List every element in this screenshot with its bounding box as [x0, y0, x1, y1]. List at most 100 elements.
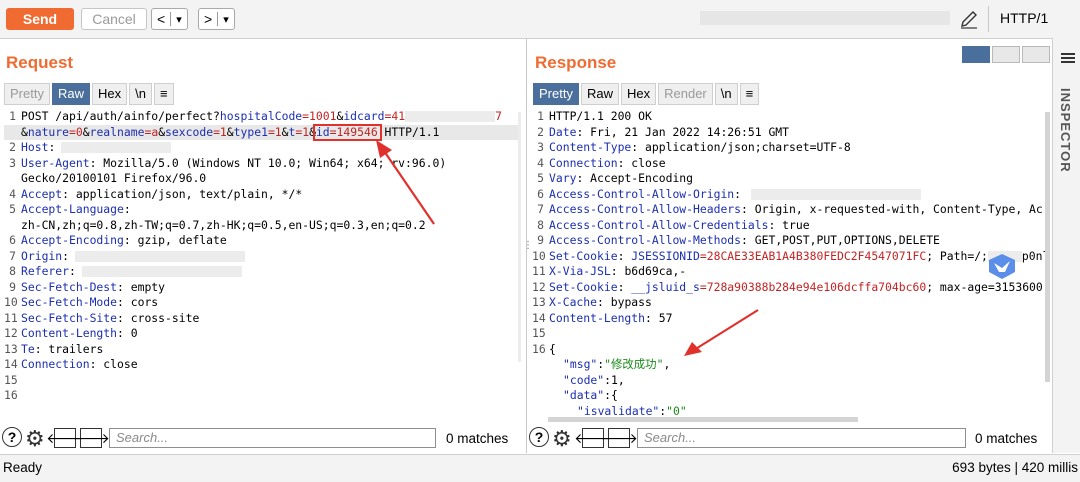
code-line: 1 HTTP/1.1 200 OK [537, 109, 652, 123]
layout-side-by-side-icon[interactable] [962, 46, 990, 63]
code-line: 8 Access-Control-Allow-Credentials: true [537, 217, 810, 232]
pencil-icon[interactable] [958, 8, 980, 30]
request-scrollbar[interactable] [518, 112, 521, 362]
annotation-arrow-response [684, 309, 759, 356]
arrow-right-icon[interactable]: 🡒 [72, 428, 110, 448]
help-icon[interactable]: ? [529, 427, 549, 447]
cancel-button[interactable]: Cancel [81, 8, 147, 30]
request-tab-hex[interactable]: Hex [91, 83, 128, 105]
forward-button[interactable]: > [199, 11, 217, 27]
toolbar-divider [988, 6, 989, 32]
inspector-label[interactable]: INSPECTOR [1058, 88, 1073, 173]
request-tab-raw[interactable]: Raw [51, 83, 90, 105]
code-line: 13 Te: trailers [4, 341, 104, 356]
settings-gear-icon[interactable]: ⚙ [25, 426, 45, 452]
response-search-bar: ? ⚙ 🡐 🡒 Search... 0 matches [528, 426, 1048, 453]
code-line: "msg":"修改成功", [563, 357, 671, 371]
pane-divider [526, 38, 527, 453]
status-text: Ready [3, 460, 43, 475]
code-line: 12 Content-Length: 0 [4, 326, 138, 340]
redacted-idcard [405, 111, 496, 122]
code-line: 14 Connection: close [4, 357, 138, 371]
code-line: 9 Access-Control-Allow-Methods: GET,POST,… [537, 233, 940, 247]
response-menu-icon[interactable]: ≡ [739, 83, 760, 105]
forward-menu-button[interactable]: ▾ [218, 13, 234, 26]
code-line: Gecko/20100101 Firefox/96.0 [21, 171, 207, 185]
code-line: 11 X-Via-JSL: b6d69ca,- [532, 264, 687, 278]
code-line: 5 Accept-Language: [9, 202, 131, 216]
code-line: 5 Vary: Accept-Encoding [537, 171, 694, 185]
request-match-count: 0 matches [446, 431, 509, 446]
redacted-origin [75, 250, 246, 262]
help-icon[interactable]: ? [2, 427, 22, 447]
annotation-arrow-request [376, 140, 435, 225]
redacted-referer [81, 266, 242, 277]
top-toolbar: Send Cancel < ▾ > ▾ HTTP/1 [0, 0, 1080, 39]
menu-icon[interactable] [1061, 52, 1075, 64]
code-line: zh-CN,zh;q=0.8,zh-TW;q=0.7,zh-HK;q=0.5,e… [21, 217, 426, 232]
code-line: 12 Set-Cookie: __jsluid_s=728a90388b284e9… [532, 279, 1043, 294]
response-search-input[interactable]: Search... [637, 428, 966, 448]
code-line: 9 Sec-Fetch-Dest: empty [9, 279, 166, 294]
back-menu-button[interactable]: ▾ [171, 13, 187, 26]
code-line: 8 Referer: [4, 264, 518, 280]
code-line: 7 Origin: [4, 249, 518, 265]
code-line: &nature=0&realname=a&sexcode=1&type1=1&t… [4, 124, 518, 140]
forward-nav-group[interactable]: > ▾ [198, 8, 235, 30]
code-line: 16 [4, 388, 18, 402]
request-pane-title: Request [6, 53, 74, 72]
response-tab-render[interactable]: Render [658, 83, 713, 105]
response-editor[interactable]: 1 HTTP/1.1 200 OK 2 Date: Fri, 21 Jan 2022… [532, 109, 1047, 419]
layout-stacked-icon[interactable] [992, 46, 1020, 63]
code-line: 2 Date: Fri, 21 Jan 2022 14:26:51 GMT [537, 124, 790, 139]
redacted-allow-origin [751, 188, 922, 200]
code-line: 2 Host: [4, 140, 518, 156]
response-view-tabs: Pretty Raw Hex Render \n ≡ [533, 83, 761, 105]
layout-toggle-group [962, 46, 1052, 63]
layout-tabs-icon[interactable] [1022, 46, 1050, 63]
response-scrollbar-horizontal[interactable] [548, 417, 858, 422]
code-line: 15 [532, 326, 546, 340]
arrow-right-icon[interactable]: 🡒 [600, 428, 638, 448]
code-line: 11 Sec-Fetch-Site: cross-site [4, 310, 200, 325]
code-line: 14 Content-Length: 57 [532, 310, 673, 325]
code-line: 6 Accept-Encoding: gzip, deflate [9, 233, 227, 247]
request-view-tabs: Pretty Raw Hex \n ≡ [4, 83, 176, 105]
send-button[interactable]: Send [6, 8, 74, 30]
response-stats: 693 bytes | 420 millis [952, 460, 1078, 475]
code-line: 13 X-Cache: bypass [532, 295, 652, 309]
code-line: "data":{ [563, 388, 618, 402]
code-line: 10 Sec-Fetch-Mode: cors [4, 295, 159, 309]
code-line: 10 Set-Cookie: JSESSIONID=28CAE33EAB1A4B3… [532, 248, 1047, 263]
redacted-host [61, 142, 172, 153]
response-tab-pretty[interactable]: Pretty [533, 83, 579, 105]
request-tab-newline[interactable]: \n [129, 83, 152, 105]
back-button[interactable]: < [152, 11, 170, 27]
code-line: 7 Access-Control-Allow-Headers: Origin, x… [537, 202, 1043, 216]
redacted-target-host [700, 11, 950, 25]
code-line: "code":1, [563, 372, 625, 387]
code-line: 4 Accept: application/json, text/plain, *… [9, 186, 303, 201]
response-tab-hex[interactable]: Hex [620, 83, 657, 105]
status-bar: Ready 693 bytes | 420 millis [0, 454, 1080, 482]
back-nav-group[interactable]: < ▾ [151, 8, 188, 30]
code-line: 6 Access-Control-Allow-Origin: [532, 187, 1047, 203]
code-line: 4 Connection: close [537, 155, 666, 170]
code-line: 3 User-Agent: Mozilla/5.0 (Windows NT 10.… [9, 155, 447, 170]
http-version-selector[interactable]: HTTP/1 [1000, 10, 1048, 26]
request-search-input[interactable]: Search... [109, 428, 436, 448]
code-line: 1 POST /api/auth/ainfo/perfect?hospitalCo… [9, 109, 502, 123]
request-menu-icon[interactable]: ≡ [153, 83, 174, 105]
response-pane-title: Response [535, 53, 617, 72]
overlay-bird-logo-icon [989, 254, 1015, 279]
annotation-highlight-box [313, 124, 382, 141]
response-tab-raw[interactable]: Raw [580, 83, 619, 105]
request-editor[interactable]: 1 POST /api/auth/ainfo/perfect?hospitalCo… [4, 109, 518, 404]
response-tab-newline[interactable]: \n [714, 83, 738, 105]
request-tab-pretty[interactable]: Pretty [4, 83, 50, 105]
code-line: 3 Content-Type: application/json;charset=… [537, 140, 851, 154]
settings-gear-icon[interactable]: ⚙ [552, 426, 572, 452]
response-scrollbar-vertical[interactable] [1045, 112, 1050, 382]
code-line: 15 [4, 372, 18, 387]
request-search-bar: ? ⚙ 🡐 🡒 Search... 0 matches [0, 426, 520, 453]
